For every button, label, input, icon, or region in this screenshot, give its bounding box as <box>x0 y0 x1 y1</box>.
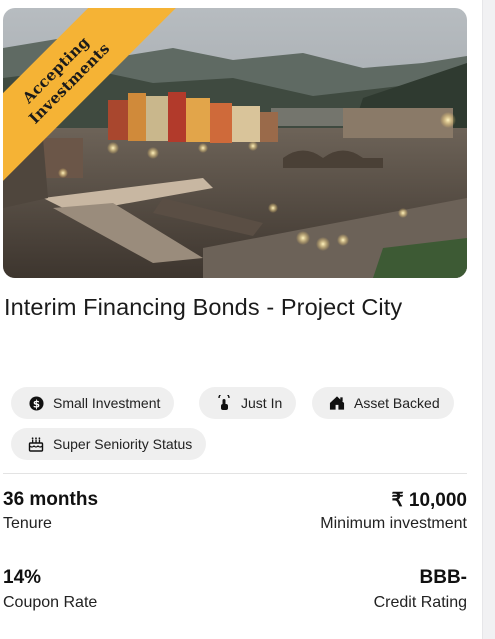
svg-text:$: $ <box>32 398 39 410</box>
tag-just-in: Just In <box>199 387 297 419</box>
page: Accepting Investments Interim Financing … <box>0 0 495 639</box>
cake-icon <box>28 436 44 452</box>
coupon-rate-label: Coupon Rate <box>3 594 98 611</box>
bond-title[interactable]: Interim Financing Bonds - Project City <box>4 294 402 321</box>
scrollbar-track[interactable] <box>482 0 495 639</box>
credit-rating-label: Credit Rating <box>373 594 467 611</box>
tag-super-seniority: Super Seniority Status <box>11 428 207 460</box>
min-investment-label: Minimum investment <box>320 515 467 532</box>
tag-label: Asset Backed <box>354 395 440 411</box>
section-divider <box>3 473 467 474</box>
tag-asset-backed: Asset Backed <box>312 387 454 419</box>
bond-listing-card[interactable]: Accepting Investments Interim Financing … <box>3 8 467 639</box>
touch-hand-icon <box>216 395 232 411</box>
tag-label: Super Seniority Status <box>53 436 193 452</box>
tenure-label: Tenure <box>3 515 52 532</box>
tag-label: Just In <box>241 395 283 411</box>
accepting-investments-badge: Accepting Investments <box>3 8 203 208</box>
min-investment-value: ₹ 10,000 <box>391 490 467 511</box>
dollar-coin-icon: $ <box>28 395 44 411</box>
house-icon <box>329 395 345 411</box>
tag-label: Small Investment <box>53 395 161 411</box>
credit-rating-value: BBB- <box>419 567 468 588</box>
coupon-rate-value: 14% <box>3 567 42 588</box>
badge-ribbon: Accepting Investments <box>3 8 177 191</box>
project-city-photo: Accepting Investments <box>3 8 467 278</box>
tenure-value: 36 months <box>3 489 99 510</box>
tag-small-investment: $ Small Investment <box>11 387 175 419</box>
